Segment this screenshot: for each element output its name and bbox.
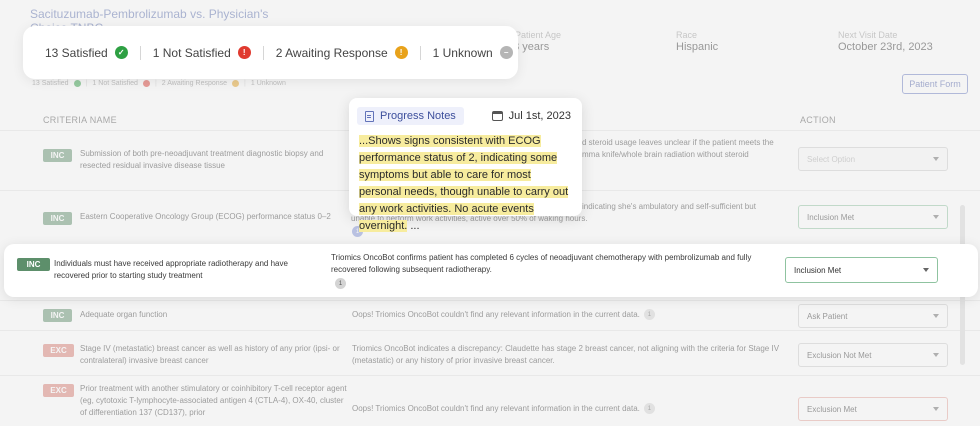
check-icon: ✓ bbox=[114, 46, 128, 59]
mini-not-satisfied-label: 1 Not Satisfied bbox=[92, 80, 138, 87]
evidence-text: d steroid usage leaves unclear if the pa… bbox=[582, 138, 774, 159]
focused-criteria-row: INC Individuals must have received appro… bbox=[4, 244, 978, 297]
evidence-text: Oops! Triomics OncoBot couldn't find any… bbox=[352, 403, 792, 415]
action-select[interactable]: Ask Patient bbox=[798, 304, 948, 328]
not-satisfied-status[interactable]: 1 Not Satisfied ! bbox=[153, 46, 251, 60]
action-select[interactable]: Inclusion Met bbox=[785, 257, 938, 283]
action-select[interactable]: Exclusion Not Met bbox=[798, 343, 948, 367]
satisfied-status[interactable]: 13 Satisfied ✓ bbox=[45, 46, 128, 60]
highlighted-text: ...Shows signs consistent with ECOG perf… bbox=[359, 135, 569, 232]
evidence-text: Triomics OncoBot confirms patient has co… bbox=[331, 253, 752, 274]
alert-icon: ! bbox=[237, 46, 251, 59]
evidence-text: Oops! Triomics OncoBot couldn't find any… bbox=[352, 309, 792, 321]
status-summary-card: 13 Satisfied ✓ 1 Not Satisfied ! 2 Await… bbox=[23, 26, 518, 79]
note-excerpt: ...Shows signs consistent with ECOG perf… bbox=[359, 135, 569, 232]
chevron-down-icon bbox=[923, 268, 929, 272]
alert-icon bbox=[232, 80, 240, 87]
note-date-label: Jul 1st, 2023 bbox=[508, 110, 571, 122]
alert-icon bbox=[142, 80, 150, 87]
criteria-text: Eastern Cooperative Oncology Group (ECOG… bbox=[80, 212, 331, 221]
progress-notes-popover: Progress Notes Jul 1st, 2023 ...Shows si… bbox=[349, 98, 582, 232]
inclusion-badge: INC bbox=[17, 258, 50, 271]
progress-notes-label: Progress Notes bbox=[380, 110, 456, 122]
chevron-down-icon bbox=[933, 215, 939, 219]
next-visit-value: October 23rd, 2023 bbox=[838, 41, 933, 53]
note-date: Jul 1st, 2023 bbox=[491, 110, 574, 122]
criteria-text: Stage IV (metastatic) breast cancer as w… bbox=[80, 344, 340, 365]
inclusion-badge: INC bbox=[43, 309, 72, 322]
awaiting-label: 2 Awaiting Response bbox=[275, 45, 388, 60]
chevron-down-icon bbox=[933, 353, 939, 357]
mini-unknown-label: 1 Unknown bbox=[250, 80, 286, 87]
mini-awaiting-label: 2 Awaiting Response bbox=[161, 80, 228, 87]
evidence-text: Triomics OncoBot indicates a discrepancy… bbox=[352, 344, 780, 365]
unknown-label: 1 Unknown bbox=[432, 45, 493, 60]
inclusion-badge: INC bbox=[43, 149, 72, 162]
action-select[interactable]: Inclusion Met bbox=[798, 205, 948, 229]
citation-marker[interactable]: 1 bbox=[643, 309, 655, 321]
exclusion-badge: EXC bbox=[43, 384, 74, 397]
mini-satisfied-label: 13 Satisfied bbox=[32, 80, 69, 87]
citation-marker[interactable]: 1 bbox=[643, 403, 655, 415]
minus-icon: – bbox=[499, 46, 513, 59]
progress-notes-tab[interactable]: Progress Notes bbox=[357, 107, 464, 125]
chevron-down-icon bbox=[933, 157, 939, 161]
calendar-icon bbox=[491, 111, 503, 121]
not-satisfied-label: 1 Not Satisfied bbox=[152, 45, 231, 60]
check-icon bbox=[73, 80, 81, 87]
race-value: Hispanic bbox=[676, 41, 719, 53]
criteria-text: Individuals must have received appropria… bbox=[54, 259, 288, 280]
unknown-status[interactable]: 1 Unknown – bbox=[433, 46, 513, 60]
race-label: Race bbox=[676, 30, 698, 40]
inclusion-badge: INC bbox=[43, 212, 72, 225]
criteria-text: Prior treatment with another stimulatory… bbox=[80, 384, 347, 417]
evidence-text-top: indicating she's ambulatory and self-suf… bbox=[582, 202, 756, 211]
awaiting-status[interactable]: 2 Awaiting Response ! bbox=[276, 46, 408, 60]
next-visit-label: Next Visit Date bbox=[838, 30, 898, 40]
patient-form-button[interactable]: Patient Form bbox=[902, 74, 968, 94]
patient-age-label: Patient Age bbox=[515, 30, 562, 40]
criteria-text: Submission of both pre-neoadjuvant treat… bbox=[80, 149, 324, 170]
action-select[interactable]: Exclusion Met bbox=[798, 397, 948, 421]
chevron-down-icon bbox=[933, 407, 939, 411]
criteria-text: Adequate organ function bbox=[80, 310, 168, 319]
action-select[interactable]: Select Option bbox=[798, 147, 948, 171]
citation-marker[interactable]: 1 bbox=[335, 278, 346, 289]
exclusion-badge: EXC bbox=[43, 344, 74, 357]
action-column-header: ACTION bbox=[800, 115, 836, 125]
mini-status-summary: 13 Satisfied | 1 Not Satisfied | 2 Await… bbox=[32, 80, 286, 87]
alert-icon: ! bbox=[394, 46, 408, 59]
chevron-down-icon bbox=[933, 314, 939, 318]
satisfied-label: 13 Satisfied bbox=[45, 45, 108, 60]
document-icon bbox=[365, 110, 374, 122]
criteria-column-header: CRITERIA NAME bbox=[43, 115, 117, 125]
